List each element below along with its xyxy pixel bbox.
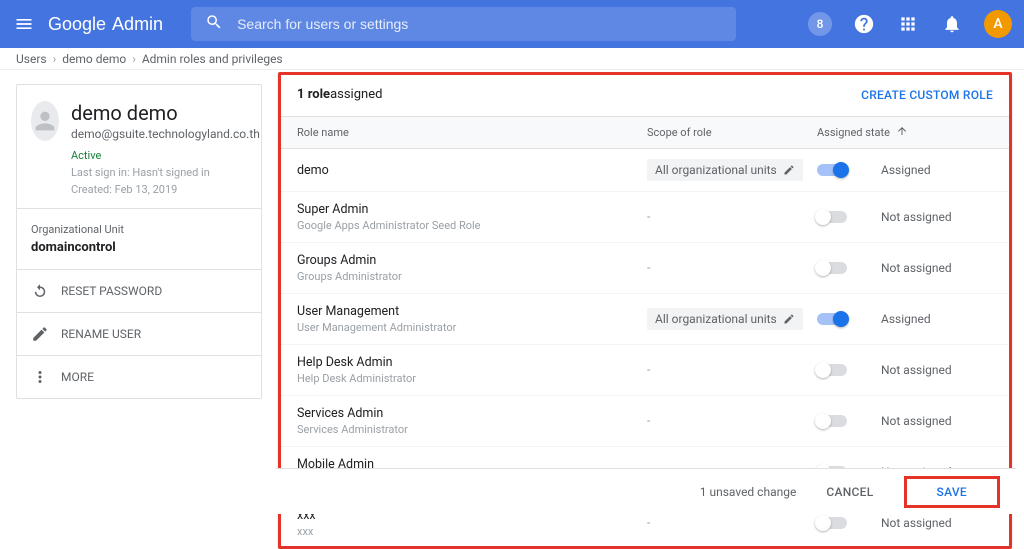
role-subtitle: xxx (297, 525, 647, 538)
assign-toggle[interactable] (817, 313, 847, 325)
assign-toggle[interactable] (817, 262, 847, 274)
app-bar-actions: 8 A (808, 10, 1012, 38)
user-last-signin: Last sign in: Hasn't signed in (71, 166, 260, 179)
account-avatar[interactable]: A (984, 10, 1012, 38)
pencil-icon (783, 313, 795, 325)
user-name: demo demo (71, 101, 260, 125)
hamburger-icon[interactable] (12, 12, 36, 36)
table-row: demoAll organizational units Assigned (279, 149, 1011, 192)
reset-password-label: RESET PASSWORD (61, 284, 162, 298)
assign-toggle[interactable] (817, 364, 847, 376)
scope-empty: - (647, 414, 650, 429)
role-name: User Management (297, 304, 647, 319)
roles-table-header: Role name Scope of role Assigned state (279, 116, 1011, 149)
apps-icon[interactable] (896, 12, 920, 36)
logo: Google Admin (48, 14, 163, 35)
logo-google: Google (48, 14, 106, 35)
chevron-right-icon: › (132, 52, 136, 66)
role-name: Groups Admin (297, 253, 647, 268)
help-icon[interactable] (852, 12, 876, 36)
app-bar: Google Admin 8 A (0, 0, 1024, 48)
assign-state-label: Assigned (881, 163, 931, 177)
user-avatar-icon (31, 101, 59, 141)
role-subtitle: Help Desk Administrator (297, 372, 647, 385)
role-subtitle: Services Administrator (297, 423, 647, 436)
roles-count-suffix: assigned (330, 87, 382, 102)
table-row: Services Admin Services Administrator- Not… (279, 396, 1011, 447)
assign-toggle[interactable] (817, 164, 847, 176)
breadcrumb: Users › demo demo › Admin roles and priv… (0, 48, 1024, 70)
save-button[interactable]: SAVE (925, 475, 979, 509)
search-bar[interactable] (191, 7, 736, 41)
table-row: User Management User Management Administr… (279, 294, 1011, 345)
col-state[interactable]: Assigned state (817, 125, 993, 140)
logo-admin: Admin (112, 14, 163, 35)
search-input[interactable] (237, 16, 722, 32)
create-custom-role-button[interactable]: CREATE CUSTOM ROLE (861, 88, 993, 102)
scope-chip[interactable]: All organizational units (647, 159, 803, 181)
rename-user-label: RENAME USER (61, 327, 141, 341)
notifications-badge[interactable]: 8 (808, 12, 832, 36)
crumb-users[interactable]: Users (16, 52, 47, 66)
bell-icon[interactable] (940, 12, 964, 36)
scope-empty: - (647, 363, 650, 378)
sidebar: demo demo demo@gsuite.technologyland.co.… (0, 70, 264, 549)
roles-count: 1 role (297, 87, 330, 102)
scope-empty: - (647, 516, 650, 531)
role-name: Help Desk Admin (297, 355, 647, 370)
crumb-current: Admin roles and privileges (142, 52, 283, 66)
assign-toggle[interactable] (817, 517, 847, 529)
unsaved-label: 1 unsaved change (700, 485, 797, 499)
chevron-right-icon: › (53, 52, 57, 66)
role-name: Super Admin (297, 202, 647, 217)
col-role-name[interactable]: Role name (297, 126, 647, 139)
role-subtitle: User Management Administrator (297, 321, 647, 334)
col-scope[interactable]: Scope of role (647, 126, 817, 139)
footer-bar: 1 unsaved change CANCEL SAVE (276, 468, 1016, 514)
scope-chip[interactable]: All organizational units (647, 308, 803, 330)
assign-state-label: Not assigned (881, 363, 952, 377)
pencil-icon (783, 164, 795, 176)
reset-password-button[interactable]: RESET PASSWORD (17, 269, 261, 312)
rename-user-button[interactable]: RENAME USER (17, 312, 261, 355)
role-name: Services Admin (297, 406, 647, 421)
col-state-label: Assigned state (817, 126, 890, 139)
cancel-button[interactable]: CANCEL (814, 475, 885, 509)
assign-state-label: Not assigned (881, 516, 952, 530)
assign-state-label: Assigned (881, 312, 931, 326)
user-status: Active (71, 149, 260, 162)
scope-empty: - (647, 261, 650, 276)
assign-state-label: Not assigned (881, 414, 952, 428)
assign-state-label: Not assigned (881, 210, 952, 224)
table-row: Super Admin Google Apps Administrator See… (279, 192, 1011, 243)
table-row: Groups Admin Groups Administrator- Not ass… (279, 243, 1011, 294)
more-label: MORE (61, 370, 94, 384)
ou-value: domaincontrol (31, 240, 247, 255)
sort-up-icon (896, 125, 908, 140)
scope-empty: - (647, 210, 650, 225)
user-email: demo@gsuite.technologyland.co.th (71, 127, 260, 141)
ou-label: Organizational Unit (31, 223, 247, 236)
role-subtitle: Google Apps Administrator Seed Role (297, 219, 647, 232)
user-card: demo demo demo@gsuite.technologyland.co.… (16, 84, 262, 399)
user-created: Created: Feb 13, 2019 (71, 183, 260, 196)
assign-toggle[interactable] (817, 415, 847, 427)
role-subtitle: Groups Administrator (297, 270, 647, 283)
crumb-user[interactable]: demo demo (62, 52, 126, 66)
table-row: Help Desk Admin Help Desk Administrator- N… (279, 345, 1011, 396)
more-button[interactable]: MORE (17, 355, 261, 398)
assign-state-label: Not assigned (881, 261, 952, 275)
role-name: demo (297, 163, 647, 178)
assign-toggle[interactable] (817, 211, 847, 223)
search-icon (205, 13, 223, 35)
